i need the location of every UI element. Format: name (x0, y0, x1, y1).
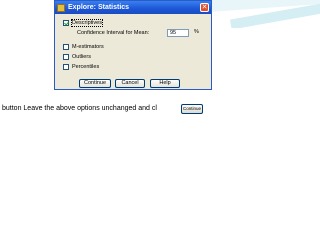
dialog-titlebar: Explore: Statistics ✕ (55, 1, 211, 14)
outliers-checkbox[interactable] (63, 54, 69, 60)
explore-statistics-dialog: Explore: Statistics ✕ Descriptives Confi… (54, 0, 212, 90)
m-estimators-checkbox[interactable] (63, 44, 69, 50)
percentiles-option[interactable]: Percentiles (63, 64, 99, 70)
percent-sign: % (194, 29, 199, 35)
confidence-interval-label: Confidence Interval for Mean: (77, 30, 150, 36)
app-icon (57, 3, 65, 12)
dialog-title: Explore: Statistics (68, 4, 130, 11)
dialog-client: Descriptives Confidence Interval for Mea… (55, 14, 211, 89)
outliers-label: Outliers (72, 54, 91, 60)
slide-decoration (200, 0, 320, 28)
confidence-interval-input[interactable]: 95 (167, 29, 189, 37)
confidence-interval-row: Confidence Interval for Mean: (77, 30, 149, 36)
outliers-option[interactable]: Outliers (63, 54, 91, 60)
m-estimators-label: M-estimators (72, 44, 104, 50)
percentiles-label: Percentiles (72, 64, 100, 70)
descriptives-label: Descriptives (71, 19, 103, 27)
instruction-text: button Leave the above options unchanged… (2, 105, 157, 112)
help-button[interactable]: Help (150, 79, 180, 88)
inline-continue-button: Continue (181, 104, 203, 114)
cancel-button[interactable]: Cancel (115, 79, 145, 88)
continue-button[interactable]: Continue (79, 79, 111, 88)
m-estimators-option[interactable]: M-estimators (63, 44, 104, 50)
percentiles-checkbox[interactable] (63, 64, 69, 70)
descriptives-checkbox[interactable] (63, 20, 69, 26)
descriptives-option[interactable]: Descriptives (63, 19, 103, 27)
close-icon[interactable]: ✕ (200, 3, 209, 12)
